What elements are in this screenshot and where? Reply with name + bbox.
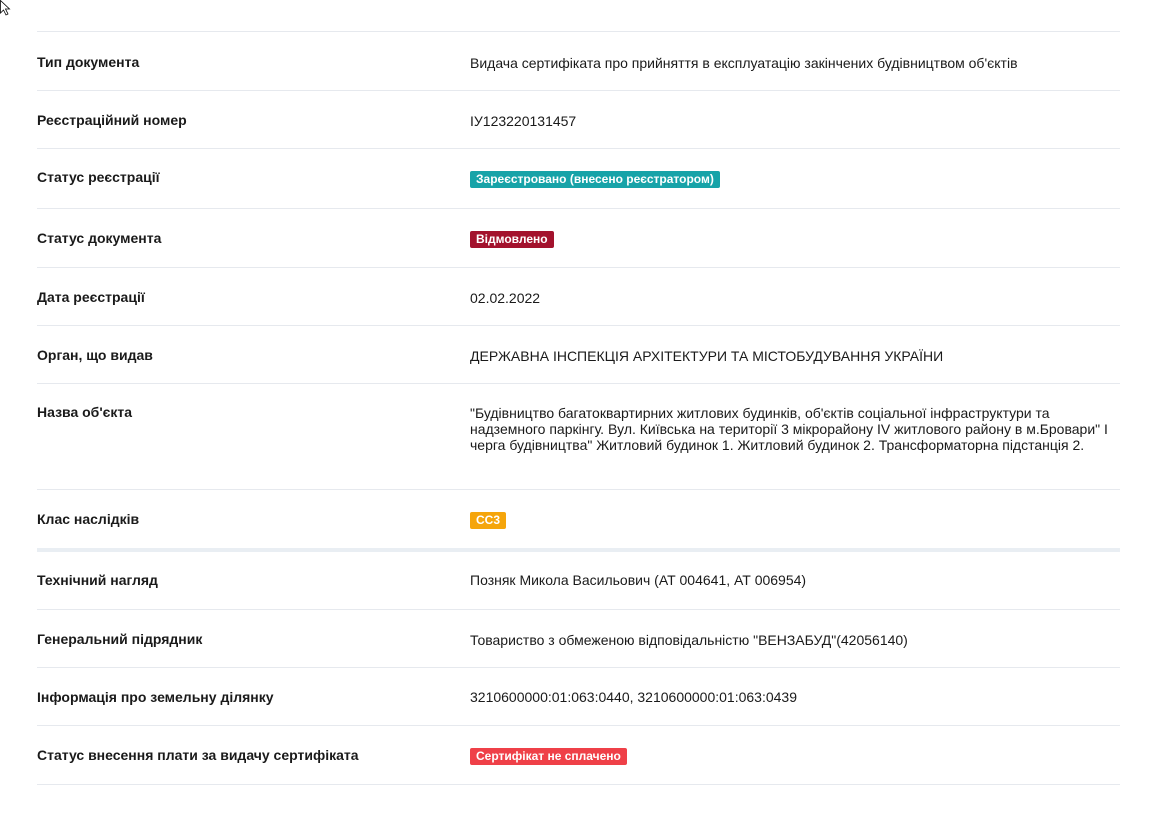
detail-row-doc-status: Статус документа Відмовлено	[37, 208, 1120, 267]
detail-label: Назва об'єкта	[37, 404, 133, 420]
detail-value: "Будівництво багатоквартирних житлових б…	[470, 405, 1108, 453]
detail-row-general-contractor: Генеральний підрядник Товариство з обмеж…	[37, 609, 1120, 667]
document-details-table: Тип документа Видача сертифіката про при…	[37, 31, 1120, 785]
detail-label: Орган, що видав	[37, 347, 153, 363]
detail-value: Позняк Микола Васильович (АТ 004641, АТ …	[470, 572, 807, 588]
detail-value: 02.02.2022	[470, 290, 541, 306]
detail-row-reg-status: Статус реєстрації Зареєстровано (внесено…	[37, 148, 1120, 208]
detail-label: Технічний нагляд	[37, 572, 158, 588]
detail-label: Реєстраційний номер	[37, 112, 187, 128]
detail-value: ДЕРЖАВНА ІНСПЕКЦІЯ АРХІТЕКТУРИ ТА МІСТОБ…	[470, 348, 944, 364]
detail-label: Інформація про земельну ділянку	[37, 689, 274, 705]
mouse-cursor-icon	[0, 0, 11, 16]
detail-row-object-name: Назва об'єкта "Будівництво багатоквартир…	[37, 383, 1120, 489]
detail-label: Статус реєстрації	[37, 169, 160, 185]
detail-row-reg-date: Дата реєстрації 02.02.2022	[37, 267, 1120, 325]
detail-row-tech-supervision: Технічний нагляд Позняк Микола Васильови…	[37, 548, 1120, 609]
detail-row-land-plot: Інформація про земельну ділянку 32106000…	[37, 667, 1120, 725]
class-badge: CC3	[470, 512, 507, 529]
payment-status-badge: Сертифікат не сплачено	[470, 748, 627, 765]
detail-label: Статус документа	[37, 230, 162, 246]
status-badge: Зареєстровано (внесено реєстратором)	[470, 171, 720, 188]
detail-row-payment-status: Статус внесення плати за видачу сертифік…	[37, 725, 1120, 785]
detail-row-consequence-class: Клас наслідків CC3	[37, 489, 1120, 548]
detail-label: Дата реєстрації	[37, 289, 145, 305]
detail-value: Видача сертифіката про прийняття в експл…	[470, 55, 1018, 71]
detail-value: IУ123220131457	[470, 113, 577, 129]
detail-label: Генеральний підрядник	[37, 631, 203, 647]
detail-value: 3210600000:01:063:0440, 3210600000:01:06…	[470, 689, 797, 705]
detail-value: Товариство з обмеженою відповідальністю …	[470, 632, 908, 648]
detail-row-reg-number: Реєстраційний номер IУ123220131457	[37, 90, 1120, 148]
detail-label: Тип документа	[37, 54, 140, 70]
detail-row-doc-type: Тип документа Видача сертифіката про при…	[37, 31, 1120, 90]
detail-label: Клас наслідків	[37, 511, 140, 527]
status-badge: Відмовлено	[470, 231, 554, 248]
detail-row-issuer: Орган, що видав ДЕРЖАВНА ІНСПЕКЦІЯ АРХІТ…	[37, 325, 1120, 383]
detail-label: Статус внесення плати за видачу сертифік…	[37, 747, 359, 763]
